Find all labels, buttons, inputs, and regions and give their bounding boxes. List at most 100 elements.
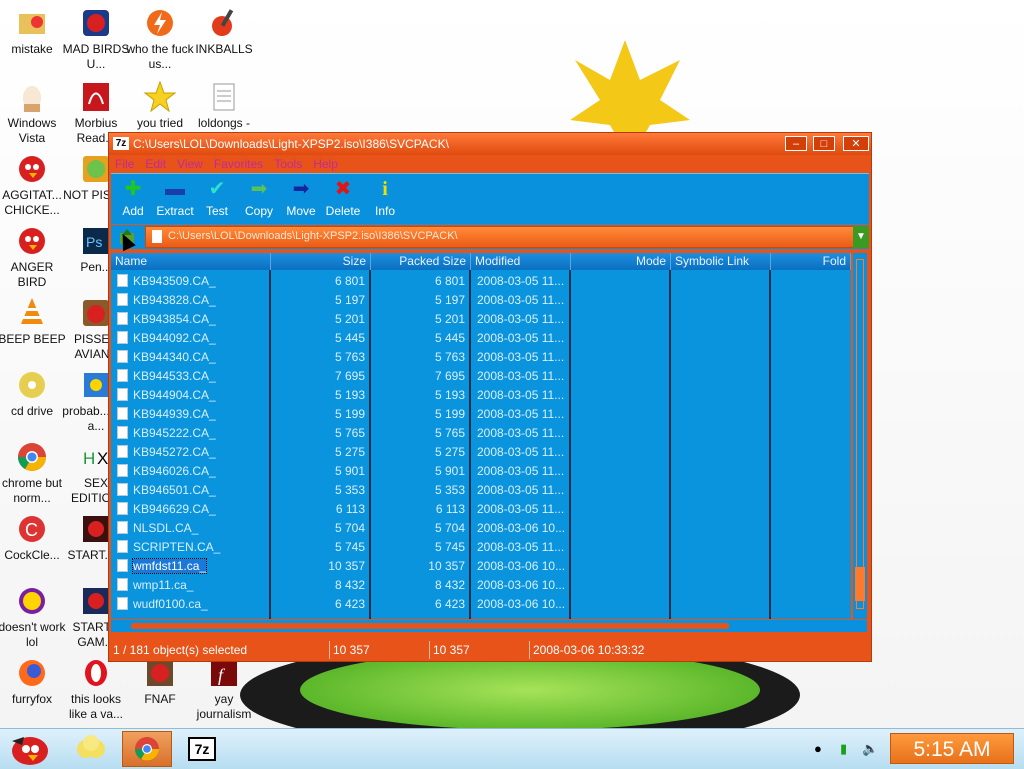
table-row[interactable]: KB943854.CA_ 5 201 5 201 2008-03-05 11... — [111, 310, 851, 329]
table-row[interactable]: NLSDL.CA_ 5 704 5 704 2008-03-06 10... — [111, 519, 851, 538]
path-input[interactable]: C:\Users\LOL\Downloads\Light-XPSP2.iso\I… — [145, 226, 855, 248]
file-name-cell[interactable]: wmp11.ca_ — [117, 578, 193, 592]
path-dropdown-button[interactable]: ▼ — [853, 226, 869, 248]
file-name-cell[interactable]: KB946026.CA_ — [117, 464, 216, 478]
desktop-icon-loldongs[interactable]: loldongs - — [188, 80, 260, 131]
7zip-taskbar-button[interactable]: 7z — [180, 731, 224, 767]
table-row[interactable]: KB944340.CA_ 5 763 5 763 2008-03-05 11... — [111, 348, 851, 367]
clock[interactable]: 5:15 AM — [890, 733, 1014, 764]
file-name-cell[interactable]: KB944533.CA_ — [117, 369, 216, 383]
desktop-icon-you-tried[interactable]: you tried — [124, 80, 196, 131]
table-row[interactable]: KB944939.CA_ 5 199 5 199 2008-03-05 11... — [111, 405, 851, 424]
desktop-icon-chrome[interactable]: chrome but norm... — [0, 440, 68, 506]
column-header-mode[interactable]: Mode — [571, 253, 671, 270]
desktop-icon-firefox[interactable]: furryfox — [0, 656, 68, 707]
column-header-packed-size[interactable]: Packed Size — [371, 253, 471, 270]
menu-file[interactable]: File — [109, 155, 139, 171]
horizontal-scrollbar[interactable] — [111, 620, 867, 632]
desktop-icon-windows-vista[interactable]: Windows Vista — [0, 80, 68, 146]
minimize-button[interactable]: – — [785, 136, 807, 151]
file-name-cell[interactable]: SCRIPTEN.CA_ — [117, 540, 220, 554]
file-modified-cell: 2008-03-05 11... — [477, 293, 565, 307]
desktop-icon-aggitated-chicken[interactable]: AGGITAT... CHICKE... — [0, 152, 68, 218]
table-row[interactable]: KB946501.CA_ 5 353 5 353 2008-03-05 11... — [111, 481, 851, 500]
desktop-icon-yahoo[interactable]: doesn't work lol — [0, 584, 68, 650]
desktop-icon-fnaf[interactable]: FNAF — [124, 656, 196, 707]
table-row[interactable]: SCRIPTEN.CA_ 5 745 5 745 2008-03-05 11... — [111, 538, 851, 557]
table-row[interactable]: KB946026.CA_ 5 901 5 901 2008-03-05 11... — [111, 462, 851, 481]
menu-tools[interactable]: Tools — [268, 155, 307, 171]
table-row[interactable]: KB944533.CA_ 7 695 7 695 2008-03-05 11... — [111, 367, 851, 386]
maximize-button[interactable]: □ — [813, 136, 835, 151]
scroll-track[interactable] — [856, 259, 864, 609]
file-name-cell[interactable]: KB943828.CA_ — [117, 293, 216, 307]
file-name-cell[interactable]: KB944904.CA_ — [117, 388, 216, 402]
menu-favorites[interactable]: Favorites — [208, 155, 268, 171]
file-name-cell[interactable]: KB943509.CA_ — [117, 274, 216, 288]
vertical-scrollbar[interactable] — [853, 253, 867, 619]
table-row[interactable]: KB945222.CA_ 5 765 5 765 2008-03-05 11... — [111, 424, 851, 443]
column-header-folders[interactable]: Fold — [771, 253, 851, 270]
column-header-modified[interactable]: Modified — [471, 253, 571, 270]
file-name-cell[interactable]: KB944939.CA_ — [117, 407, 216, 421]
table-row[interactable]: KB946629.CA_ 6 113 6 113 2008-03-05 11... — [111, 500, 851, 519]
file-name-cell[interactable]: KB946501.CA_ — [117, 483, 216, 497]
file-name-cell[interactable]: wmfdst11.ca_ — [117, 558, 208, 574]
desktop-icon-mad-birds[interactable]: MAD BIRDS U... — [60, 6, 132, 72]
file-name-cell[interactable]: KB946629.CA_ — [117, 502, 216, 516]
explorer-icon[interactable] — [66, 731, 116, 767]
copy-button[interactable]: ➡ Copy — [237, 178, 281, 218]
title-bar[interactable]: 7z C:\Users\LOL\Downloads\Light-XPSP2.is… — [109, 133, 871, 155]
file-name-cell[interactable]: KB944340.CA_ — [117, 350, 216, 364]
file-name-cell[interactable]: KB943854.CA_ — [117, 312, 216, 326]
table-row[interactable]: KB943828.CA_ 5 197 5 197 2008-03-05 11... — [111, 291, 851, 310]
extract-button[interactable]: ▬ Extract — [153, 178, 197, 218]
desktop-icon-who-the-fuck[interactable]: who the fuck us... — [124, 6, 196, 72]
file-list[interactable]: Name Size Packed Size Modified Mode Symb… — [111, 253, 851, 619]
add-button[interactable]: ✚ Add — [111, 178, 155, 218]
desktop-icon-cd-drive[interactable]: cd drive — [0, 368, 68, 419]
desktop-icon-opera[interactable]: this looks like a va... — [60, 656, 132, 722]
7zip-window[interactable]: 7z C:\Users\LOL\Downloads\Light-XPSP2.is… — [108, 132, 872, 662]
desktop-icon-yay-journalism[interactable]: f yay journalism — [188, 656, 260, 722]
table-row[interactable]: KB944904.CA_ 5 193 5 193 2008-03-05 11... — [111, 386, 851, 405]
close-button[interactable]: ✕ — [843, 136, 869, 151]
file-name-cell[interactable]: wudf0100.ca_ — [117, 597, 208, 611]
chrome-taskbar-button[interactable] — [122, 731, 172, 767]
column-header-name[interactable]: Name — [111, 253, 271, 270]
column-header-size[interactable]: Size — [271, 253, 371, 270]
delete-button[interactable]: ✖ Delete — [321, 178, 365, 218]
table-row[interactable]: KB945272.CA_ 5 275 5 275 2008-03-05 11... — [111, 443, 851, 462]
desktop-icon-anger-bird[interactable]: ANGER BIRD — [0, 224, 68, 290]
table-row[interactable]: KB944092.CA_ 5 445 5 445 2008-03-05 11... — [111, 329, 851, 348]
desktop-icon-inkballs[interactable]: INKBALLS — [188, 6, 260, 57]
firefox-icon — [15, 656, 49, 690]
desktop-icon-mistake[interactable]: mistake — [0, 6, 68, 57]
file-size-cell: 6 801 — [334, 274, 365, 288]
menu-view[interactable]: View — [171, 155, 208, 171]
desktop-icon-beep-beep[interactable]: BEEP BEEP — [0, 296, 68, 347]
battery-icon[interactable]: ▮ — [840, 741, 847, 757]
file-size-cell: 5 201 — [334, 312, 365, 326]
move-button[interactable]: ➡ Move — [279, 178, 323, 218]
file-name-cell[interactable]: KB945222.CA_ — [117, 426, 216, 440]
angry-bird-start-icon[interactable] — [4, 731, 56, 767]
menu-edit[interactable]: Edit — [139, 155, 171, 171]
table-row[interactable]: wudf0100.ca_ 6 423 6 423 2008-03-06 10... — [111, 595, 851, 614]
column-header-symbolic-link[interactable]: Symbolic Link — [671, 253, 771, 270]
file-name-cell[interactable]: KB944092.CA_ — [117, 331, 216, 345]
table-row[interactable]: KB943509.CA_ 6 801 6 801 2008-03-05 11... — [111, 272, 851, 291]
menu-help[interactable]: Help — [307, 155, 343, 171]
table-row[interactable]: wmfdst11.ca_ 10 357 10 357 2008-03-06 10... — [111, 557, 851, 576]
file-name-cell[interactable]: NLSDL.CA_ — [117, 521, 198, 535]
desktop-icon-ccleaner[interactable]: C CockCle... — [0, 512, 68, 563]
table-row[interactable]: wmp11.ca_ 8 432 8 432 2008-03-06 10... — [111, 576, 851, 595]
file-name-cell[interactable]: KB945272.CA_ — [117, 445, 216, 459]
volume-icon[interactable]: 🔈 — [862, 741, 878, 757]
test-button[interactable]: ✔ Test — [195, 178, 239, 218]
scroll-thumb[interactable] — [855, 567, 865, 601]
horizontal-scroll-thumb[interactable] — [131, 623, 729, 629]
network-dot-icon[interactable]: ● — [814, 741, 822, 756]
check-icon: ✔ — [208, 178, 226, 200]
info-button[interactable]: i Info — [363, 178, 407, 218]
